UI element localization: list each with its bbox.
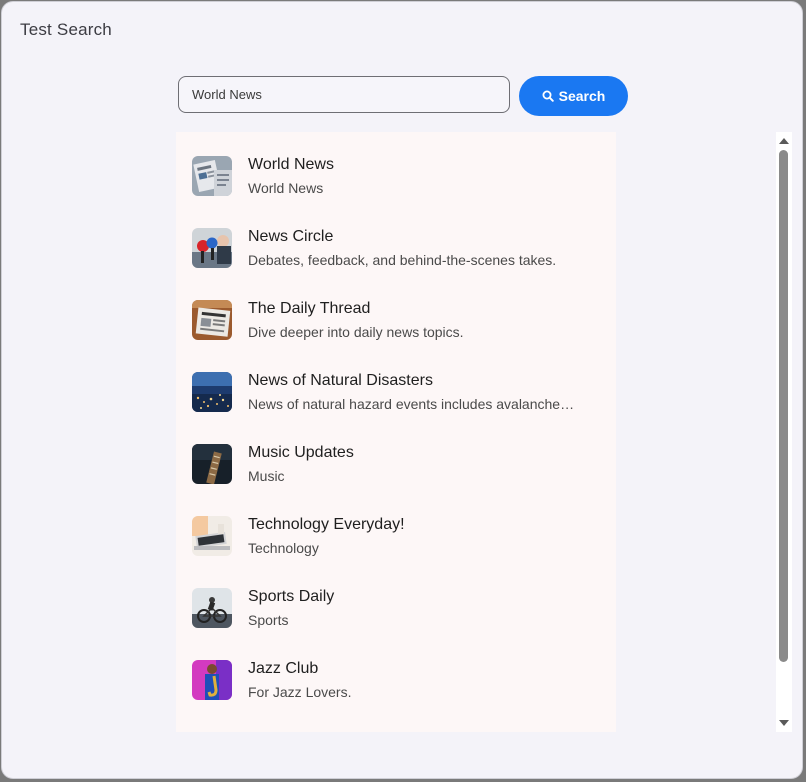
list-item[interactable]: World News World News — [176, 132, 616, 204]
scrollbar-thumb[interactable] — [779, 150, 788, 662]
result-thumbnail — [192, 516, 232, 556]
result-title: News Circle — [248, 228, 334, 245]
result-subtitle: World News — [248, 180, 324, 196]
result-thumbnail — [192, 228, 232, 268]
result-thumbnail — [192, 300, 232, 340]
result-subtitle: Dive deeper into daily news topics. — [248, 324, 464, 340]
list-item[interactable]: News Circle Debates, feedback, and behin… — [176, 204, 616, 276]
list-item[interactable]: Sports Daily Sports — [176, 564, 616, 636]
list-item[interactable]: News of Natural Disasters News of natura… — [176, 348, 616, 420]
result-subtitle: News of natural hazard events includes a… — [248, 396, 578, 412]
result-title: The Daily Thread — [248, 300, 371, 317]
search-dialog: Test Search Search — [1, 1, 803, 779]
results-list: World News World News News Circle Debate… — [176, 132, 616, 732]
results-scrollbar[interactable] — [776, 132, 792, 732]
search-button-label: Search — [558, 88, 606, 104]
result-title: Technology Everyday! — [248, 516, 405, 533]
result-subtitle: Technology — [248, 540, 319, 556]
result-subtitle: Music — [248, 468, 285, 484]
list-item[interactable]: Technology Everyday! Technology — [176, 492, 616, 564]
result-subtitle: Sports — [248, 612, 289, 628]
search-icon — [542, 90, 554, 102]
result-subtitle: Debates, feedback, and behind-the-scenes… — [248, 252, 557, 268]
result-thumbnail — [192, 660, 232, 700]
result-thumbnail — [192, 444, 232, 484]
result-title: Music Updates — [248, 444, 354, 461]
result-subtitle: For Jazz Lovers. — [248, 684, 352, 700]
result-thumbnail — [192, 588, 232, 628]
list-item[interactable]: The Daily Thread Dive deeper into daily … — [176, 276, 616, 348]
scroll-down-icon[interactable] — [779, 720, 789, 726]
result-thumbnail — [192, 372, 232, 412]
result-title: World News — [248, 156, 334, 173]
result-title: News of Natural Disasters — [248, 372, 433, 389]
list-item[interactable]: Jazz Club For Jazz Lovers. — [176, 636, 616, 708]
list-item[interactable]: Music Updates Music — [176, 420, 616, 492]
result-title: Sports Daily — [248, 588, 335, 605]
result-title: Jazz Club — [248, 660, 319, 677]
scroll-up-icon[interactable] — [779, 138, 789, 144]
dialog-title: Test Search — [20, 20, 112, 39]
result-thumbnail — [192, 156, 232, 196]
search-button[interactable]: Search — [519, 76, 628, 116]
search-input[interactable] — [178, 76, 510, 113]
